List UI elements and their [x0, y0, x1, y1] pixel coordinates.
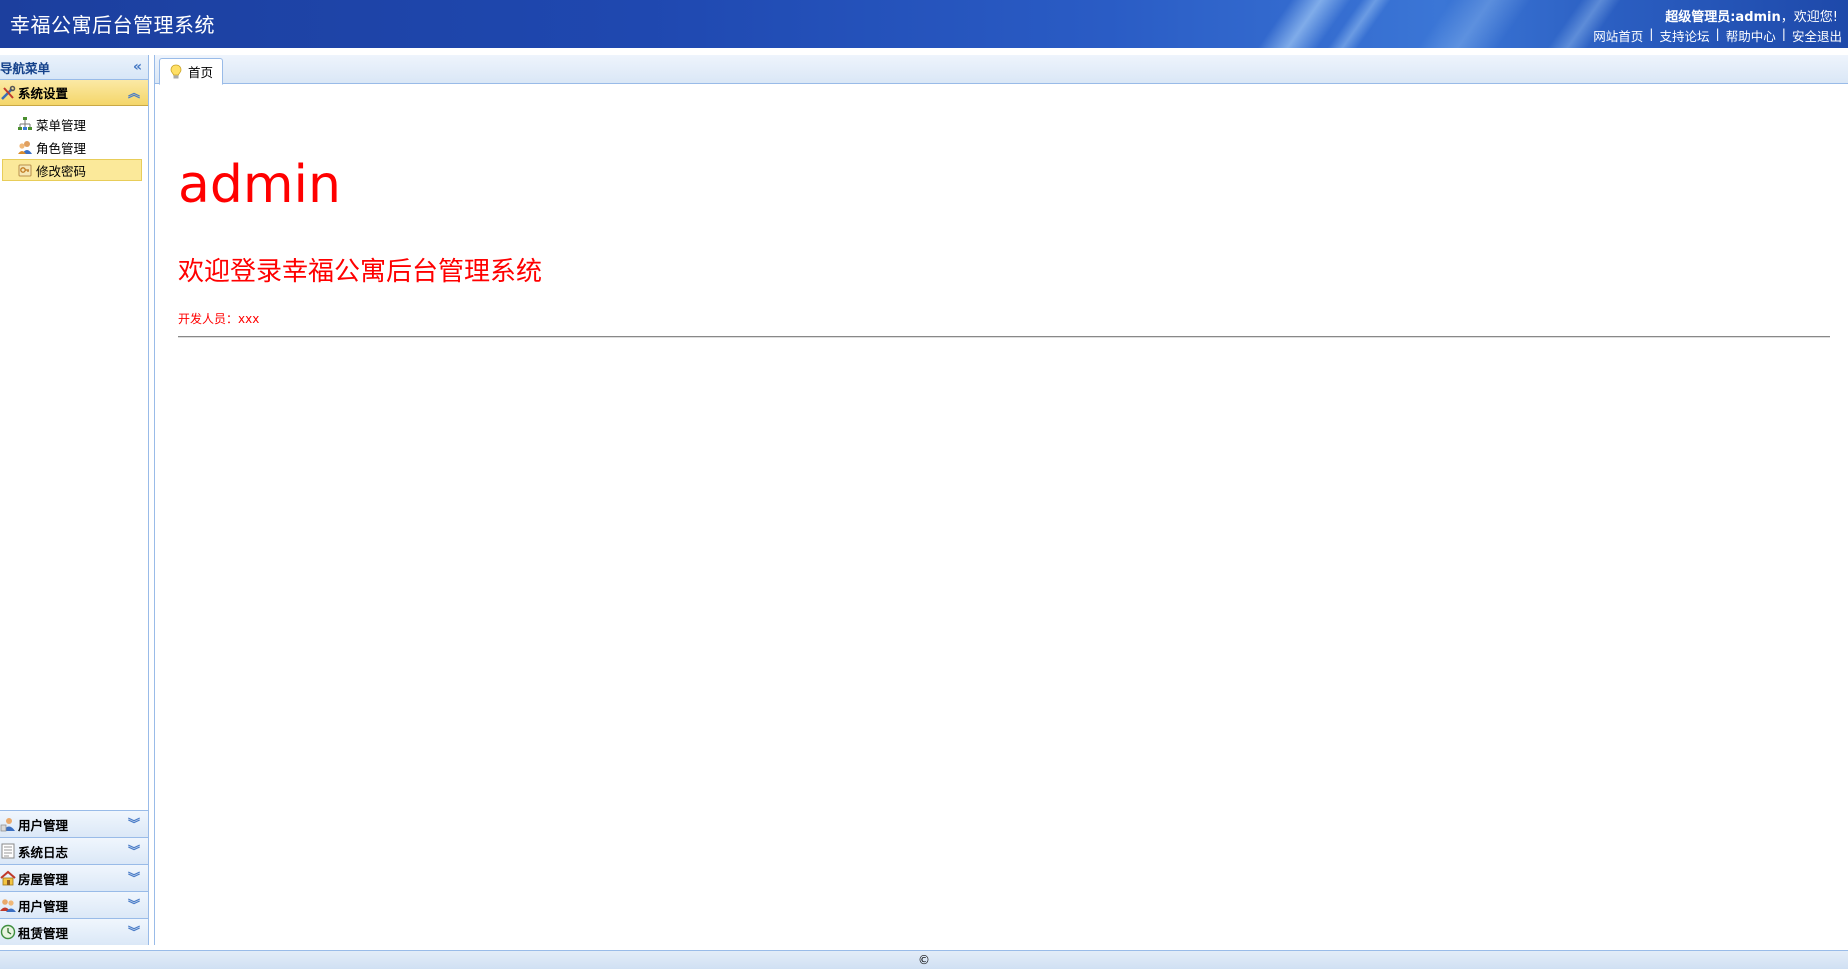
tab-bar: 首页: [155, 55, 1848, 85]
panel-user-management-2[interactable]: 用户管理 ︾: [0, 891, 148, 918]
panel-label: 系统设置: [18, 86, 69, 101]
log-icon: [0, 843, 16, 859]
panel-user-management[interactable]: 用户管理 ︾: [0, 810, 148, 837]
link-help[interactable]: 帮助中心: [1726, 26, 1776, 45]
panel-label: 房屋管理: [18, 871, 69, 887]
link-home[interactable]: 网站首页: [1593, 26, 1643, 45]
chevron-down-icon[interactable]: ︾: [128, 899, 140, 911]
sidebar: 导航菜单 « 系统设置 ︽ 菜单管理 角色管理 修改密码 用户管理 ︾ 系统日志…: [0, 55, 149, 945]
sidebar-header: 导航菜单 «: [0, 55, 148, 80]
menu-item-label: 菜单管理: [36, 117, 87, 133]
panel-title-group: 系统日志: [0, 842, 68, 861]
link-separator: |: [1715, 26, 1720, 41]
chevron-down-icon[interactable]: ︾: [128, 872, 140, 884]
link-separator: |: [1649, 26, 1654, 41]
menu-item-label: 角色管理: [36, 140, 87, 156]
user-role: 超级管理员:admin: [1665, 10, 1781, 25]
header-decoration: [1394, 0, 1546, 48]
collapse-sidebar-icon[interactable]: «: [133, 59, 142, 75]
welcome-text: ，欢迎您!: [1780, 10, 1838, 25]
chevron-up-icon[interactable]: ︽: [128, 87, 140, 99]
panel-label: 用户管理: [18, 817, 69, 833]
panel-title-group: 租赁管理: [0, 923, 68, 942]
panel-house-management[interactable]: 房屋管理 ︾: [0, 864, 148, 891]
top-links: 网站首页 | 支持论坛 | 帮助中心 | 安全退出: [1593, 26, 1842, 45]
tab-label: 首页: [188, 65, 214, 80]
panel-title-group: 房屋管理: [0, 869, 68, 888]
panel-system-log[interactable]: 系统日志 ︾: [0, 837, 148, 864]
tools-icon: [0, 85, 16, 101]
app-header: 幸福公寓后台管理系统 超级管理员:admin，欢迎您! 网站首页 | 支持论坛 …: [0, 0, 1848, 48]
panel-label: 用户管理: [18, 898, 69, 914]
menu-list: 菜单管理 角色管理 修改密码: [0, 106, 148, 181]
clock-icon: [0, 924, 16, 940]
lightbulb-icon: [168, 64, 184, 80]
copyright-text: ©: [918, 953, 930, 967]
tab-home[interactable]: 首页: [159, 58, 224, 85]
users-icon: [17, 139, 33, 155]
link-separator: |: [1781, 26, 1786, 41]
sidebar-title: 导航菜单: [0, 60, 51, 76]
sitemap-icon: [17, 116, 33, 132]
collapsed-panels: 用户管理 ︾ 系统日志 ︾ 房屋管理 ︾ 用户管理 ︾ 租赁管理 ︾: [0, 810, 148, 945]
welcome-message: 欢迎登录幸福公寓后台管理系统: [178, 257, 543, 287]
developer-info: 开发人员：xxx: [178, 312, 260, 326]
divider: [178, 336, 1830, 338]
key-icon: [17, 162, 33, 178]
welcome-content: admin 欢迎登录幸福公寓后台管理系统 开发人员：xxx: [155, 85, 1848, 945]
menu-item-menu-management[interactable]: 菜单管理: [2, 113, 142, 135]
menu-item-role-management[interactable]: 角色管理: [2, 136, 142, 158]
link-logout[interactable]: 安全退出: [1792, 26, 1842, 45]
panel-title-group: 用户管理: [0, 896, 68, 915]
user-greeting: 超级管理员:admin，欢迎您!: [1665, 6, 1838, 25]
chevron-down-icon[interactable]: ︾: [128, 926, 140, 938]
panel-title-group: 系统设置: [0, 83, 68, 102]
chevron-down-icon[interactable]: ︾: [128, 845, 140, 857]
panel-label: 系统日志: [18, 844, 69, 860]
panel-system-settings[interactable]: 系统设置 ︽: [0, 80, 148, 106]
chevron-down-icon[interactable]: ︾: [128, 818, 140, 830]
panel-lease-management[interactable]: 租赁管理 ︾: [0, 918, 148, 945]
footer: ©: [0, 950, 1848, 969]
app-title: 幸福公寓后台管理系统: [10, 13, 215, 37]
link-forum[interactable]: 支持论坛: [1660, 26, 1710, 45]
user-icon: [0, 816, 16, 832]
house-icon: [0, 870, 16, 886]
main-area: 首页 admin 欢迎登录幸福公寓后台管理系统 开发人员：xxx: [154, 55, 1848, 945]
panel-label: 租赁管理: [18, 925, 69, 941]
menu-item-label: 修改密码: [36, 163, 87, 179]
users-group-icon: [0, 897, 16, 913]
current-username: admin: [178, 155, 341, 215]
menu-item-change-password[interactable]: 修改密码: [2, 159, 142, 181]
panel-title-group: 用户管理: [0, 815, 68, 834]
